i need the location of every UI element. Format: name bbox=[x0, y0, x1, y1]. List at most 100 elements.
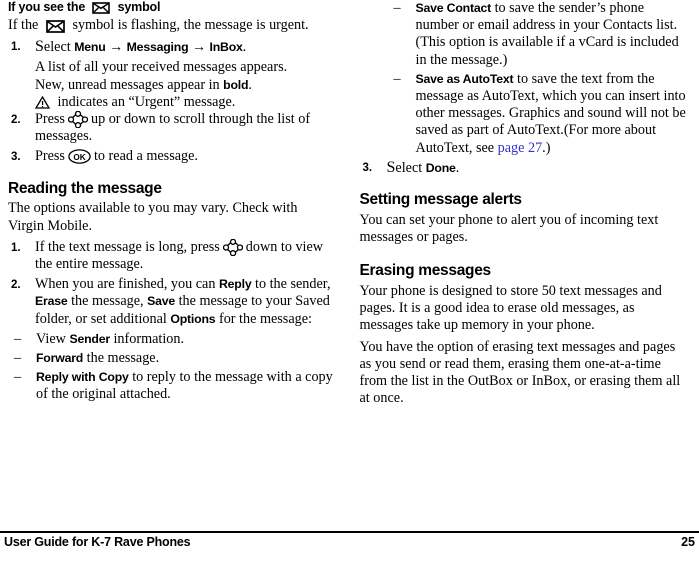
warning-triangle-icon bbox=[35, 95, 50, 109]
paragraph-options-vary: The options available to you may vary. C… bbox=[8, 200, 298, 234]
urgent-indicator-text: indicates an “Urgent” message. bbox=[57, 93, 236, 110]
envelope-icon bbox=[46, 20, 65, 33]
item-post-text: the message. bbox=[83, 350, 160, 367]
page-27-link[interactable]: page 27 bbox=[498, 140, 543, 156]
step-tail-punctuation: . bbox=[242, 39, 247, 56]
navigation-pad-icon bbox=[67, 111, 88, 129]
heading-suffix-text: symbol bbox=[117, 0, 161, 14]
list-item-text: Reply with Copy to reply to the message … bbox=[36, 369, 333, 402]
step-lead-capital: S bbox=[35, 38, 44, 56]
list-item: – View Sender information. bbox=[8, 331, 336, 348]
inbox-keyword: InBox bbox=[209, 40, 243, 55]
save-keyword: Save bbox=[147, 294, 176, 309]
paragraph-erasing-options: You have the option of erasing text mess… bbox=[359, 338, 681, 407]
step-text: Select Done. bbox=[387, 159, 460, 176]
step-text-a: When you are finished, you can bbox=[35, 276, 219, 293]
steps-list-reading: 1. If the text message is long, press do… bbox=[8, 238, 336, 328]
page-footer: User Guide for K-7 Rave Phones 25 bbox=[0, 531, 699, 561]
list-item: – Reply with Copy to reply to the messag… bbox=[8, 369, 336, 403]
heading-setting-message-alerts: Setting message alerts bbox=[359, 191, 523, 209]
dash-bullet: – bbox=[393, 0, 401, 16]
list-item-text: Save Contact to save the sender’s phone … bbox=[416, 0, 679, 68]
footer-divider bbox=[0, 531, 699, 533]
dash-bullet: – bbox=[14, 350, 22, 367]
paragraph-erasing-capacity: Your phone is designed to store 50 text … bbox=[359, 283, 662, 334]
step-item: 3. Press OK to read a message. bbox=[8, 148, 336, 165]
dash-bullet: – bbox=[14, 369, 22, 386]
arrow-icon: → bbox=[109, 40, 124, 56]
step-text: Press OK to read a message. bbox=[35, 148, 198, 164]
item-pre-text: View bbox=[36, 330, 70, 347]
footer-content: User Guide for K-7 Rave Phones 25 bbox=[0, 535, 699, 549]
step-tail-punctuation: . bbox=[455, 159, 460, 176]
step-pre-icon-text: Press bbox=[35, 111, 65, 128]
step-number: 3. bbox=[11, 151, 21, 164]
step-post-icon-text: to read a message. bbox=[93, 148, 198, 165]
right-column: – Save Contact to save the sender’s phon… bbox=[350, 0, 699, 520]
item-post-text: information. bbox=[109, 330, 185, 347]
step-text-b: to the sender, bbox=[251, 276, 331, 293]
intro-flashing-symbol: If the symbol is flashing, the message i… bbox=[8, 17, 336, 34]
heading-erasing-messages: Erasing messages bbox=[359, 262, 492, 280]
step-number: 1. bbox=[11, 241, 21, 254]
footer-title: User Guide for K-7 Rave Phones bbox=[4, 535, 191, 549]
options-dash-list: – View Sender information. – Forward the… bbox=[8, 331, 336, 404]
options-dash-list-continued: – Save Contact to save the sender’s phon… bbox=[360, 0, 690, 157]
substep-messages-appear: A list of all your received messages app… bbox=[35, 59, 288, 76]
menu-keyword: Menu bbox=[74, 40, 106, 55]
erase-keyword: Erase bbox=[35, 294, 68, 309]
save-as-autotext-keyword: Save as AutoText bbox=[415, 71, 514, 86]
steps-list-inbox: 1. Select Menu → Messaging → InBox. bbox=[8, 38, 336, 56]
intro-suffix-text: symbol is flashing, the message is urgen… bbox=[72, 17, 309, 33]
page-number: 25 bbox=[681, 535, 695, 549]
substep-unread-bold: New, unread messages appear in bold. bbox=[35, 76, 252, 93]
reply-keyword: Reply bbox=[218, 277, 252, 292]
step-text: If the text message is long, press down … bbox=[35, 238, 323, 272]
steps-list-done: 3. Select Done. bbox=[360, 159, 690, 177]
step-item: 1. If the text message is long, press do… bbox=[8, 238, 336, 273]
list-item: – Forward the message. bbox=[8, 350, 336, 367]
forward-keyword: Forward bbox=[36, 351, 84, 366]
ok-button-icon: OK bbox=[68, 149, 91, 165]
step-number: 2. bbox=[11, 114, 21, 127]
step-lead-rest: elect bbox=[43, 39, 75, 56]
heading-if-you-see-symbol: If you see the symbol bbox=[8, 0, 336, 15]
messaging-keyword: Messaging bbox=[126, 40, 189, 55]
step-pre-icon-text: Press bbox=[35, 148, 65, 165]
dash-bullet: – bbox=[14, 330, 22, 347]
bold-keyword: bold bbox=[223, 77, 249, 92]
step-text: Select Menu → Messaging → InBox. bbox=[35, 38, 247, 56]
step-number: 1. bbox=[11, 41, 21, 54]
list-item-text: View Sender information. bbox=[36, 331, 184, 347]
options-keyword: Options bbox=[170, 311, 216, 326]
step-item: 2. When you are finished, you can Reply … bbox=[8, 276, 336, 328]
substep-urgent-indicator: indicates an “Urgent” message. bbox=[8, 94, 336, 111]
arrow-icon: → bbox=[191, 40, 206, 56]
step-item: 2. Press up or down to scroll through th… bbox=[8, 111, 336, 145]
heading-prefix-text: If you see the bbox=[8, 0, 86, 14]
two-column-layout: If you see the symbol If the symbol is f… bbox=[0, 0, 699, 520]
navigation-pad-icon bbox=[222, 238, 243, 256]
dash-bullet: – bbox=[393, 70, 401, 87]
step-text-c: the message, bbox=[67, 293, 148, 310]
step-text-e: for the message: bbox=[215, 310, 312, 327]
intro-prefix-text: If the bbox=[8, 17, 39, 33]
sender-keyword: Sender bbox=[69, 331, 110, 346]
step-number: 2. bbox=[11, 279, 21, 292]
manual-page: If you see the symbol If the symbol is f… bbox=[0, 0, 699, 561]
reply-with-copy-keyword: Reply with Copy bbox=[36, 370, 129, 385]
paragraph-message-alerts: You can set your phone to alert you of i… bbox=[359, 211, 659, 246]
left-column: If you see the symbol If the symbol is f… bbox=[0, 0, 350, 520]
steps-list-scroll-read: 2. Press up or down to scroll through th… bbox=[8, 111, 336, 166]
list-item: – Save as AutoText to save the text from… bbox=[360, 71, 690, 157]
step-pre-icon-text: If the text message is long, press bbox=[35, 238, 220, 255]
done-keyword: Done bbox=[425, 160, 456, 175]
save-contact-keyword: Save Contact bbox=[415, 1, 492, 15]
list-item-text: Forward the message. bbox=[36, 350, 159, 366]
step-lead-rest: elect bbox=[395, 159, 426, 176]
heading-reading-the-message: Reading the message bbox=[8, 179, 162, 197]
item-post-text-b: .) bbox=[542, 139, 551, 156]
list-item: – Save Contact to save the sender’s phon… bbox=[360, 0, 690, 69]
list-item-text: Save as AutoText to save the text from t… bbox=[416, 71, 686, 156]
envelope-icon bbox=[92, 2, 111, 14]
